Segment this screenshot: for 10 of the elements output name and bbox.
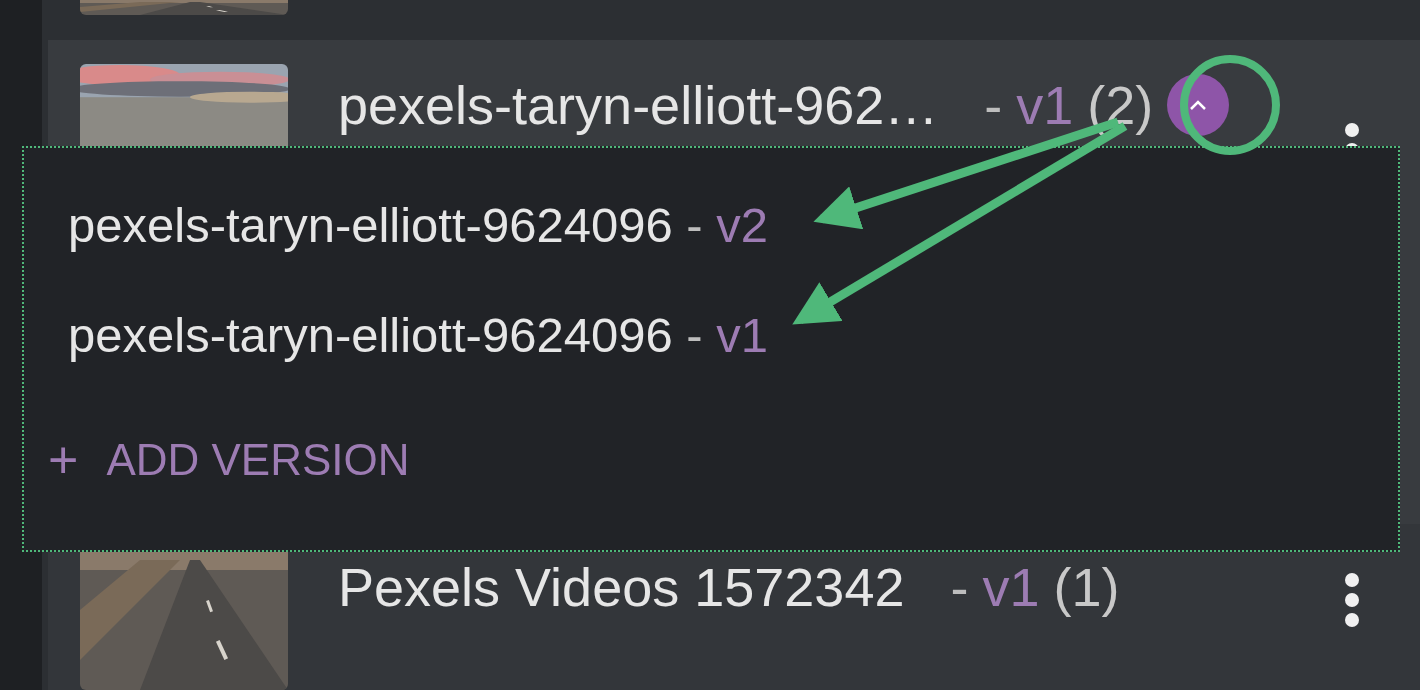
version-label: v1 <box>1016 78 1074 132</box>
version-item[interactable]: pexels-taryn-elliott-9624096 - v1 <box>68 311 1398 421</box>
video-title: Pexels Videos 1572342 <box>338 560 905 614</box>
version-item[interactable]: pexels-taryn-elliott-9624096 - v2 <box>68 201 1398 311</box>
add-version-button[interactable]: + ADD VERSION <box>48 434 410 486</box>
separator: - <box>950 560 969 614</box>
separator: - <box>984 78 1003 132</box>
plus-icon: + <box>48 434 79 486</box>
version-label: v1 <box>982 560 1040 614</box>
more-options-icon[interactable] <box>1344 572 1360 628</box>
